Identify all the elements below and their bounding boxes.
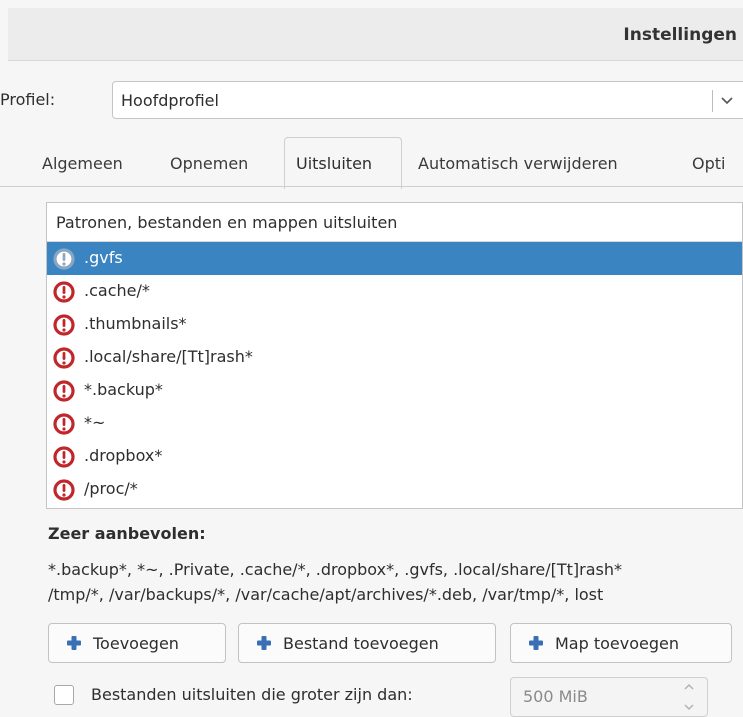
add-button-label: Toevoegen xyxy=(93,634,179,653)
exclude-list-header-label: Patronen, bestanden en mappen uitsluiten xyxy=(56,213,398,232)
list-item-label: .thumbnails* xyxy=(84,314,187,333)
warning-icon xyxy=(53,446,75,468)
list-item[interactable]: .thumbnails* xyxy=(47,308,742,341)
list-item-label: *.backup* xyxy=(84,380,163,399)
recommended-line-2: /tmp/*, /var/backups/*, /var/cache/apt/a… xyxy=(48,585,604,604)
size-limit-label: Bestanden uitsluiten die groter zijn dan… xyxy=(91,685,413,704)
tab-bar: Algemeen Opnemen Uitsluiten Automatisch … xyxy=(0,135,743,189)
tab-exclude[interactable]: Uitsluiten xyxy=(284,137,402,189)
tab-capture[interactable]: Opnemen xyxy=(170,154,248,173)
chevron-down-icon[interactable] xyxy=(718,92,736,110)
tab-exclude-label: Uitsluiten xyxy=(296,154,373,173)
list-item[interactable]: *~ xyxy=(47,407,742,440)
list-item[interactable]: .local/share/[Tt]rash* xyxy=(47,341,742,374)
warning-icon xyxy=(53,347,75,369)
tab-general[interactable]: Algemeen xyxy=(42,154,123,173)
add-file-button-label: Bestand toevoegen xyxy=(283,634,439,653)
dropdown-divider xyxy=(712,90,713,112)
list-item-label: .cache/* xyxy=(84,281,150,300)
warning-icon xyxy=(53,479,75,501)
list-item[interactable]: /proc/* xyxy=(47,473,742,506)
exclude-list[interactable]: Patronen, bestanden en mappen uitsluiten… xyxy=(46,202,743,509)
add-folder-button[interactable]: Map toevoegen xyxy=(510,623,732,663)
tab-auto-delete[interactable]: Automatisch verwijderen xyxy=(418,154,618,173)
warning-icon xyxy=(53,281,75,303)
list-item[interactable]: .cache/* xyxy=(47,275,742,308)
profile-label: Profiel: xyxy=(0,90,56,109)
recommended-line-1: *.backup*, *~, .Private, .cache/*, .drop… xyxy=(48,560,622,579)
size-limit-value: 500 MiB xyxy=(523,687,588,706)
list-item[interactable]: .dropbox* xyxy=(47,440,742,473)
window-title: Instellingen xyxy=(623,25,737,45)
tab-divider xyxy=(0,186,743,187)
warning-icon xyxy=(53,380,75,402)
add-file-button[interactable]: Bestand toevoegen xyxy=(238,623,496,663)
list-item-label: .gvfs xyxy=(84,248,123,267)
profile-value: Hoofdprofiel xyxy=(121,91,219,110)
list-item-label: .dropbox* xyxy=(84,446,163,465)
size-limit-spinbox[interactable]: 500 MiB xyxy=(510,677,708,717)
list-item[interactable]: .gvfs xyxy=(47,242,742,275)
warning-icon xyxy=(53,314,75,336)
add-button[interactable]: Toevoegen xyxy=(48,623,226,663)
plus-icon xyxy=(67,636,81,650)
chevron-up-icon[interactable] xyxy=(683,682,695,692)
list-item[interactable]: *.backup* xyxy=(47,374,742,407)
plus-icon xyxy=(529,636,543,650)
tab-options[interactable]: Opti xyxy=(692,154,725,173)
list-item-label: *~ xyxy=(84,413,106,432)
warning-icon xyxy=(53,248,75,270)
list-item-label: /proc/* xyxy=(84,479,138,498)
list-item-label: .local/share/[Tt]rash* xyxy=(84,347,253,366)
add-folder-button-label: Map toevoegen xyxy=(555,634,679,653)
exclude-list-header[interactable]: Patronen, bestanden en mappen uitsluiten xyxy=(47,203,742,242)
chevron-down-icon[interactable] xyxy=(683,702,695,712)
plus-icon xyxy=(257,636,271,650)
profile-dropdown[interactable]: Hoofdprofiel xyxy=(112,81,743,119)
title-bar: Instellingen xyxy=(8,8,743,61)
size-limit-checkbox[interactable] xyxy=(54,685,74,705)
warning-icon xyxy=(53,413,75,435)
recommended-title: Zeer aanbevolen: xyxy=(48,524,206,543)
